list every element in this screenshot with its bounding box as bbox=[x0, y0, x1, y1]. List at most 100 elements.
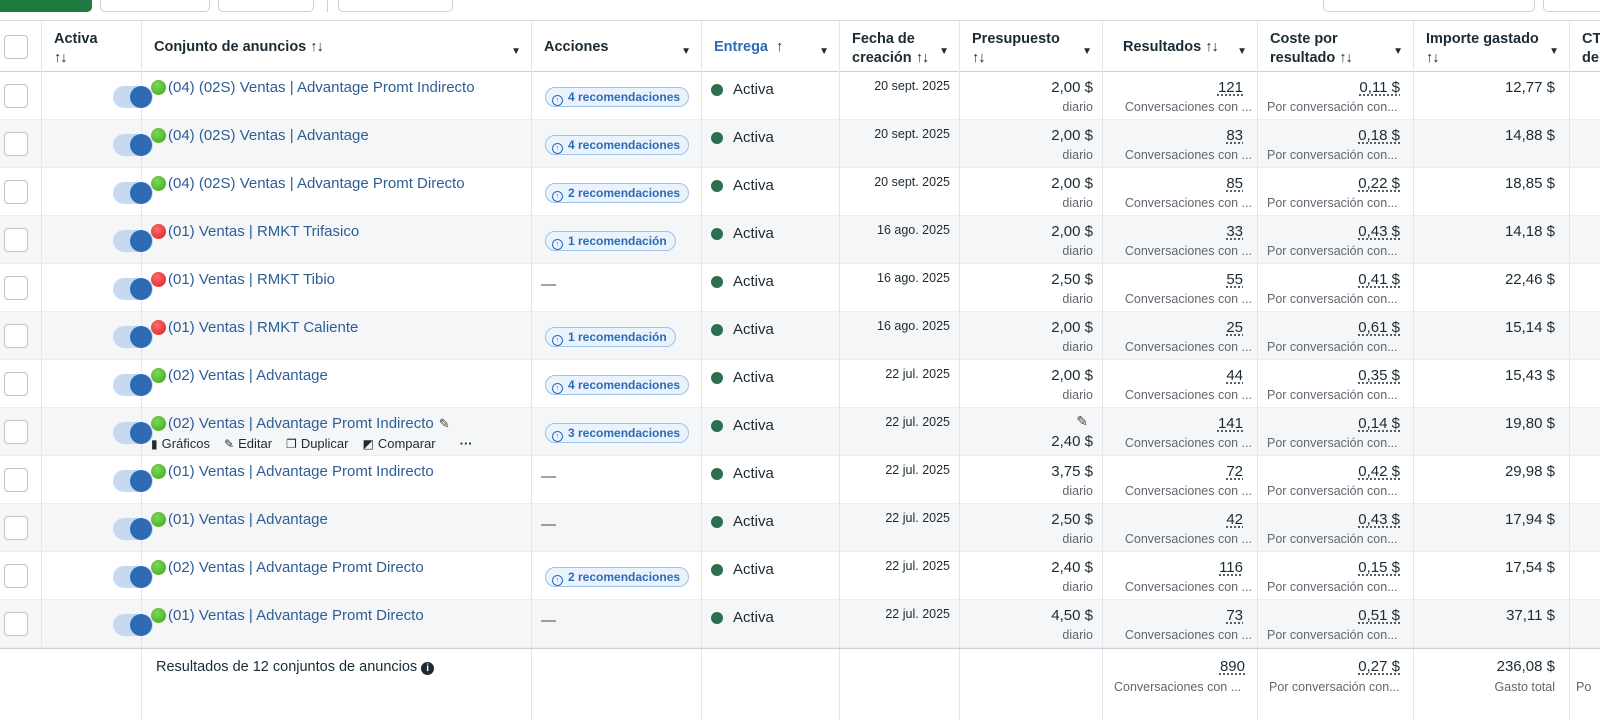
header-amount-spent[interactable]: Importe gastado ↑↓ ▼ bbox=[1414, 21, 1570, 72]
header-active[interactable]: Activa ↑↓ bbox=[42, 21, 142, 72]
row-checkbox[interactable] bbox=[4, 84, 28, 108]
table-row[interactable]: (04) (02S) Ventas | Advantage ↑ 4 recomen… bbox=[0, 120, 1600, 168]
select-all-checkbox[interactable] bbox=[4, 35, 28, 59]
recommendations-badge[interactable]: ↑ 4 recomendaciones bbox=[545, 375, 690, 395]
recommendations-badge[interactable]: ↑ 2 recomendaciones bbox=[545, 567, 690, 587]
budget-value[interactable]: 2,00 $ bbox=[1051, 367, 1093, 384]
chevron-down-icon[interactable]: ▼ bbox=[939, 42, 949, 61]
table-row[interactable]: (02) Ventas | Advantage ↑ 4 recomendacion… bbox=[0, 360, 1600, 408]
adset-name-link[interactable]: (02) Ventas | Advantage Promt Indirecto … bbox=[151, 415, 450, 432]
header-created[interactable]: Fecha de creación ↑↓ ▼ bbox=[840, 21, 960, 72]
sort-icon[interactable]: ↑↓ bbox=[54, 49, 129, 68]
adset-name[interactable]: (02) Ventas | Advantage Promt Directo bbox=[168, 559, 424, 576]
adset-name-link[interactable]: (04) (02S) Ventas | Advantage Promt Indi… bbox=[151, 79, 475, 96]
edit-action[interactable]: ✎ Editar bbox=[224, 436, 272, 451]
sort-icon[interactable]: ↑↓ bbox=[310, 39, 323, 55]
results-value[interactable]: 85 bbox=[1226, 175, 1243, 192]
budget-value[interactable]: 3,75 $ bbox=[1051, 463, 1093, 480]
header-adset[interactable]: Conjunto de anuncios ↑↓ ▼ bbox=[142, 21, 532, 72]
table-row[interactable]: (01) Ventas | RMKT Trifasico ↑ 1 recomend… bbox=[0, 216, 1600, 264]
chevron-down-icon[interactable]: ▼ bbox=[1082, 42, 1092, 61]
cost-per-result-value[interactable]: 0,61 $ bbox=[1358, 319, 1400, 336]
adset-name-link[interactable]: (02) Ventas | Advantage bbox=[151, 367, 328, 384]
cost-per-result-value[interactable]: 0,22 $ bbox=[1358, 175, 1400, 192]
adset-name-link[interactable]: (01) Ventas | RMKT Tibio bbox=[151, 271, 335, 288]
budget-value[interactable]: 2,00 $ bbox=[1051, 127, 1093, 144]
row-checkbox[interactable] bbox=[4, 420, 28, 444]
results-value[interactable]: 121 bbox=[1218, 79, 1243, 96]
toolbar-search-box[interactable] bbox=[1323, 0, 1535, 12]
chevron-down-icon[interactable]: ▼ bbox=[1237, 42, 1247, 61]
info-icon[interactable]: i bbox=[421, 662, 435, 675]
cost-per-result-value[interactable]: 0,14 $ bbox=[1358, 415, 1400, 432]
adset-name[interactable]: (02) Ventas | Advantage Promt Indirecto bbox=[168, 415, 434, 432]
row-checkbox[interactable] bbox=[4, 180, 28, 204]
results-value[interactable]: 72 bbox=[1226, 463, 1243, 480]
adset-name[interactable]: (04) (02S) Ventas | Advantage bbox=[168, 127, 369, 144]
results-value[interactable]: 83 bbox=[1226, 127, 1243, 144]
edit-toolbar-button[interactable] bbox=[218, 0, 314, 12]
header-delivery[interactable]: Entrega ↑ ▼ bbox=[702, 21, 840, 72]
row-checkbox[interactable] bbox=[4, 468, 28, 492]
sort-icon[interactable]: ↑↓ bbox=[1205, 39, 1218, 55]
table-row[interactable]: (01) Ventas | RMKT Caliente ↑ 1 recomenda… bbox=[0, 312, 1600, 360]
charts-action[interactable]: ▮ Gráficos bbox=[151, 436, 210, 451]
results-value[interactable]: 33 bbox=[1226, 223, 1243, 240]
table-row[interactable]: (02) Ventas | Advantage Promt Indirecto … bbox=[0, 408, 1600, 456]
budget-value[interactable]: 2,50 $ bbox=[1051, 511, 1093, 528]
budget-value[interactable]: 2,00 $ bbox=[1051, 79, 1093, 96]
table-row[interactable]: (01) Ventas | Advantage Promt Directo — … bbox=[0, 600, 1600, 648]
header-cost-per-result[interactable]: Coste por resultado ↑↓ ▼ bbox=[1258, 21, 1414, 72]
adset-name[interactable]: (01) Ventas | RMKT Tibio bbox=[168, 271, 335, 288]
budget-value[interactable]: 4,50 $ bbox=[1051, 607, 1093, 624]
chevron-down-icon[interactable]: ▼ bbox=[819, 42, 829, 61]
table-row[interactable]: (01) Ventas | Advantage — Activa 22 jul.… bbox=[0, 504, 1600, 552]
adset-name-link[interactable]: (01) Ventas | Advantage Promt Indirecto bbox=[151, 463, 434, 480]
recommendations-badge[interactable]: ↑ 3 recomendaciones bbox=[545, 423, 690, 443]
sort-icon[interactable]: ↑↓ bbox=[1339, 50, 1352, 66]
adset-name[interactable]: (02) Ventas | Advantage bbox=[168, 367, 328, 384]
recommendations-badge[interactable]: ↑ 4 recomendaciones bbox=[545, 135, 690, 155]
toolbar-right-button[interactable] bbox=[1543, 0, 1600, 12]
row-checkbox[interactable] bbox=[4, 276, 28, 300]
summary-results-value[interactable]: 890 bbox=[1220, 658, 1245, 675]
results-value[interactable]: 25 bbox=[1226, 319, 1243, 336]
budget-value[interactable]: 2,00 $ bbox=[1051, 175, 1093, 192]
compare-action[interactable]: ◩ Comparar bbox=[363, 436, 436, 451]
adset-name-link[interactable]: (02) Ventas | Advantage Promt Directo bbox=[151, 559, 424, 576]
cost-per-result-value[interactable]: 0,11 $ bbox=[1359, 79, 1400, 96]
adset-name[interactable]: (01) Ventas | RMKT Trifasico bbox=[168, 223, 359, 240]
cost-per-result-value[interactable]: 0,42 $ bbox=[1358, 463, 1400, 480]
table-row[interactable]: (04) (02S) Ventas | Advantage Promt Dire… bbox=[0, 168, 1600, 216]
sort-icon[interactable]: ↑↓ bbox=[916, 50, 929, 66]
results-value[interactable]: 116 bbox=[1219, 559, 1243, 576]
adset-name[interactable]: (01) Ventas | Advantage bbox=[168, 511, 328, 528]
row-checkbox[interactable] bbox=[4, 564, 28, 588]
more-options-icon[interactable]: ··· bbox=[460, 436, 473, 451]
sort-ascending-icon[interactable]: ↑ bbox=[776, 39, 783, 55]
pencil-icon[interactable]: ✎ bbox=[439, 416, 450, 432]
sort-icon[interactable]: ↑↓ bbox=[1426, 49, 1557, 68]
adset-name[interactable]: (04) (02S) Ventas | Advantage Promt Dire… bbox=[168, 175, 465, 192]
table-row[interactable]: (04) (02S) Ventas | Advantage Promt Indi… bbox=[0, 72, 1600, 120]
recommendations-badge[interactable]: ↑ 2 recomendaciones bbox=[545, 183, 690, 203]
header-results[interactable]: Resultados ↑↓ ▼ bbox=[1103, 21, 1258, 72]
row-checkbox[interactable] bbox=[4, 228, 28, 252]
adset-name-link[interactable]: (04) (02S) Ventas | Advantage bbox=[151, 127, 369, 144]
cost-per-result-value[interactable]: 0,15 $ bbox=[1358, 559, 1400, 576]
cost-per-result-value[interactable]: 0,41 $ bbox=[1358, 271, 1400, 288]
row-checkbox[interactable] bbox=[4, 324, 28, 348]
recommendations-badge[interactable]: ↑ 4 recomendaciones bbox=[545, 87, 690, 107]
adset-name-link[interactable]: (01) Ventas | Advantage bbox=[151, 511, 328, 528]
row-checkbox[interactable] bbox=[4, 132, 28, 156]
cost-per-result-value[interactable]: 0,43 $ bbox=[1358, 223, 1400, 240]
create-button[interactable] bbox=[0, 0, 92, 12]
adset-name[interactable]: (01) Ventas | Advantage Promt Directo bbox=[168, 607, 424, 624]
header-actions[interactable]: Acciones ▼ bbox=[532, 21, 702, 72]
adset-name-link[interactable]: (01) Ventas | Advantage Promt Directo bbox=[151, 607, 424, 624]
row-checkbox[interactable] bbox=[4, 612, 28, 636]
table-row[interactable]: (01) Ventas | RMKT Tibio — Activa 16 ago… bbox=[0, 264, 1600, 312]
table-row[interactable]: (01) Ventas | Advantage Promt Indirecto … bbox=[0, 456, 1600, 504]
budget-value[interactable]: 2,40 $ bbox=[1051, 433, 1093, 450]
duplicate-action[interactable]: ❐ Duplicar bbox=[286, 436, 348, 451]
